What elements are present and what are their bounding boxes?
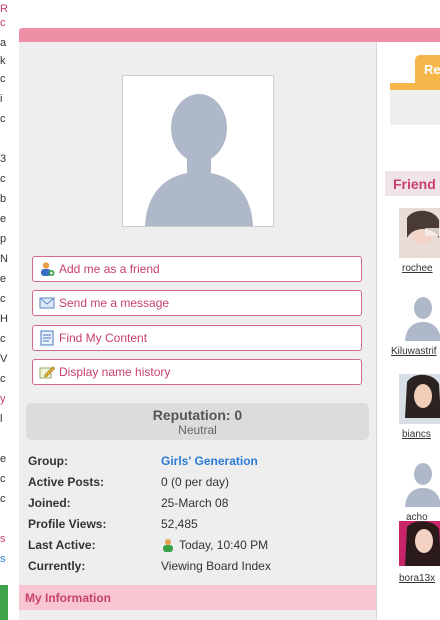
right-tab-panel	[390, 83, 440, 125]
info-value: 25-March 08	[161, 496, 229, 510]
info-key: Joined:	[28, 496, 71, 510]
default-avatar-icon	[123, 76, 273, 226]
default-avatar-icon	[399, 291, 440, 341]
clipped-char: e	[0, 453, 7, 465]
friend-name[interactable]: Kiluwastrif	[391, 346, 437, 357]
friend-avatar[interactable]	[399, 291, 440, 341]
document-icon	[40, 330, 54, 346]
clipped-char: y	[0, 393, 6, 405]
friend-avatar[interactable]	[399, 208, 440, 258]
find-content-button[interactable]: Find My Content	[32, 325, 362, 351]
right-tab-label: Re	[424, 62, 440, 77]
friend-photo-icon	[399, 374, 440, 424]
display-name-history-label: Display name history	[59, 365, 171, 379]
clipped-char: R	[0, 3, 8, 15]
clipped-char: p	[0, 233, 7, 245]
friends-header: Friend	[385, 171, 440, 196]
clipped-char: N	[0, 253, 8, 265]
profile-panel: Add me as a friend Send me a message Fin…	[19, 42, 377, 620]
display-name-history-button[interactable]: Display name history	[32, 359, 362, 385]
friend-name[interactable]: bora13x	[399, 573, 435, 584]
group-link[interactable]: Girls' Generation	[161, 454, 258, 468]
reputation-title: Reputation: 0	[152, 407, 243, 423]
clipped-char: e	[0, 213, 7, 225]
clipped-char: a	[0, 37, 7, 49]
avatar	[122, 75, 274, 227]
clipped-char: k	[0, 55, 6, 67]
info-row-joined: Joined: 25-March 08	[28, 496, 368, 517]
info-value: 52,485	[161, 517, 198, 531]
last-active-value: Today, 10:40 PM	[179, 538, 269, 552]
reputation-box: Reputation: 0 Neutral	[26, 403, 369, 440]
clipped-char: 3	[0, 153, 7, 165]
online-user-icon	[163, 539, 173, 552]
add-friend-label: Add me as a friend	[59, 262, 160, 276]
send-message-button[interactable]: Send me a message	[32, 290, 362, 316]
info-value: Today, 10:40 PM	[161, 538, 268, 552]
clipped-char: c	[0, 17, 6, 29]
info-row-last-active: Last Active: Today, 10:40 PM	[28, 538, 368, 559]
clipped-char: c	[0, 493, 6, 505]
clipped-char: c	[0, 113, 6, 125]
friend-avatar[interactable]	[399, 374, 440, 424]
friend-name[interactable]: rochee	[402, 263, 433, 274]
clipped-char: i	[0, 93, 3, 105]
add-friend-icon	[41, 262, 55, 276]
my-information-title: My Information	[25, 591, 111, 605]
clipped-char: c	[0, 293, 6, 305]
send-message-label: Send me a message	[59, 296, 170, 310]
clipped-char: s	[0, 553, 6, 565]
left-column-clipped: R c a k c i c 3 c b e p N e c H c V c y …	[0, 0, 8, 620]
clipped-char: c	[0, 373, 6, 385]
friend-avatar[interactable]	[399, 457, 440, 507]
friend-avatar[interactable]	[399, 521, 440, 566]
info-row-active-posts: Active Posts: 0 (0 per day)	[28, 475, 368, 496]
my-information-header[interactable]: My Information	[19, 585, 376, 610]
info-key: Group:	[28, 454, 68, 468]
clipped-green-block	[0, 585, 8, 620]
clipped-char: s	[0, 533, 6, 545]
friends-title: Friend	[393, 176, 436, 192]
clipped-char: l	[0, 413, 3, 425]
clipped-char: H	[0, 313, 8, 325]
info-value: 0 (0 per day)	[161, 475, 230, 489]
info-row-currently: Currently: Viewing Board Index	[28, 559, 368, 580]
envelope-icon	[39, 297, 55, 309]
clipped-char: V	[0, 353, 8, 365]
friend-name[interactable]: biancs	[402, 429, 431, 440]
friend-photo-icon	[399, 521, 440, 566]
friend-photo-icon	[399, 208, 440, 258]
default-avatar-icon	[399, 457, 440, 507]
add-friend-button[interactable]: Add me as a friend	[32, 256, 362, 282]
info-row-group: Group: Girls' Generation	[28, 454, 368, 475]
find-content-label: Find My Content	[59, 331, 148, 345]
info-key: Active Posts:	[28, 475, 105, 489]
clipped-char: c	[0, 73, 6, 85]
info-key: Profile Views:	[28, 517, 107, 531]
info-key: Last Active:	[28, 538, 96, 552]
info-row-profile-views: Profile Views: 52,485	[28, 517, 368, 538]
clipped-char: c	[0, 473, 6, 485]
pencil-icon	[39, 366, 55, 379]
info-value: Viewing Board Index	[161, 559, 271, 573]
profile-header-bar	[19, 28, 440, 42]
right-tab[interactable]: Re	[415, 55, 440, 83]
info-key: Currently:	[28, 559, 86, 573]
clipped-char: e	[0, 273, 7, 285]
clipped-char: b	[0, 193, 7, 205]
reputation-status: Neutral	[178, 423, 217, 437]
clipped-char: c	[0, 333, 6, 345]
clipped-char: c	[0, 173, 6, 185]
